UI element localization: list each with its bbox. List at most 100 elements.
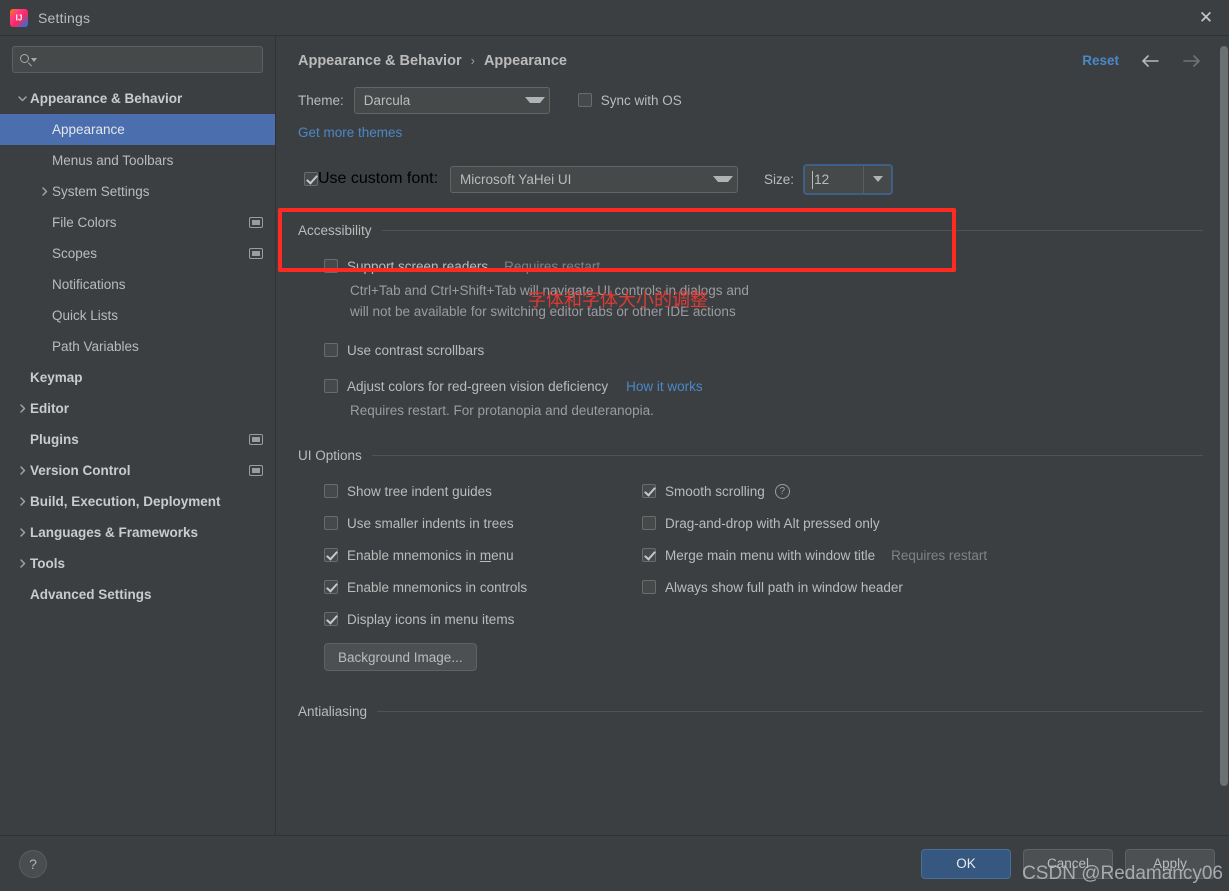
cancel-button[interactable]: Cancel	[1023, 849, 1113, 879]
breadcrumb-parent[interactable]: Appearance & Behavior	[298, 53, 462, 69]
smooth-scrolling-label: Smooth scrolling	[665, 484, 765, 499]
ui-options-columns: Show tree indent guides Use smaller inden…	[298, 475, 1203, 635]
sidebar-item-label: Keymap	[30, 370, 83, 385]
custom-font-row: Use custom font: Microsoft YaHei UI Size…	[298, 162, 1203, 196]
accessibility-options: Support screen readers Requires restart …	[298, 250, 1203, 421]
sidebar-item-appearance[interactable]: Appearance	[0, 114, 275, 145]
sync-with-os-row[interactable]: Sync with OS	[578, 93, 682, 108]
contrast-scrollbars-checkbox[interactable]	[324, 343, 338, 357]
show-tree-indent-guides-checkbox[interactable]	[324, 484, 338, 498]
close-icon[interactable]: ✕	[1183, 0, 1229, 35]
help-icon[interactable]: ?	[775, 484, 790, 499]
arrow-right-icon[interactable]	[1181, 50, 1203, 72]
accessibility-section-header: Accessibility	[298, 220, 1203, 240]
always-show-full-path-in-window-header-row[interactable]: Always show full path in window header	[642, 571, 1203, 603]
settings-sidebar: Appearance & BehaviorAppearanceMenus and…	[0, 36, 276, 835]
enable-mnemonics-in-controls-label: Enable mnemonics in controls	[347, 580, 527, 595]
sidebar-item-label: Build, Execution, Deployment	[30, 494, 221, 509]
sidebar-item-notifications[interactable]: Notifications	[0, 269, 275, 300]
font-size-input[interactable]: 12	[803, 164, 893, 195]
theme-label: Theme:	[298, 93, 344, 108]
sidebar-item-label: Notifications	[52, 277, 126, 292]
search-box[interactable]	[12, 46, 263, 73]
drag-and-drop-with-alt-pressed-only-label: Drag-and-drop with Alt pressed only	[665, 516, 880, 531]
chevron-right-icon[interactable]	[36, 186, 52, 197]
project-scope-icon	[249, 434, 263, 445]
support-screen-readers-label: Support screen readers	[347, 259, 488, 274]
vertical-scrollbar[interactable]	[1218, 36, 1229, 835]
merge-main-menu-with-window-title-row[interactable]: Merge main menu with window titleRequire…	[642, 539, 1203, 571]
chevron-right-icon[interactable]	[14, 527, 30, 538]
project-scope-icon	[249, 465, 263, 476]
enable-mnemonics-in-menu-checkbox[interactable]	[324, 548, 338, 562]
background-image-button[interactable]: Background Image...	[324, 643, 477, 671]
use-smaller-indents-in-trees-checkbox[interactable]	[324, 516, 338, 530]
always-show-full-path-in-window-header-checkbox[interactable]	[642, 580, 656, 594]
chevron-right-icon[interactable]	[14, 558, 30, 569]
sidebar-item-editor[interactable]: Editor	[0, 393, 275, 424]
adjust-colors-row[interactable]: Adjust colors for red-green vision defic…	[324, 370, 1203, 402]
font-family-select[interactable]: Microsoft YaHei UI	[450, 166, 738, 193]
display-icons-in-menu-items-row[interactable]: Display icons in menu items	[324, 603, 642, 635]
get-more-themes-link[interactable]: Get more themes	[298, 125, 402, 140]
sidebar-item-scopes[interactable]: Scopes	[0, 238, 275, 269]
smooth-scrolling-row[interactable]: Smooth scrolling?	[642, 475, 1203, 507]
use-smaller-indents-in-trees-row[interactable]: Use smaller indents in trees	[324, 507, 642, 539]
chevron-down-icon[interactable]	[14, 93, 30, 104]
ok-button[interactable]: OK	[921, 849, 1011, 879]
screen-readers-description-line1: Ctrl+Tab and Ctrl+Shift+Tab will navigat…	[324, 280, 1203, 301]
support-screen-readers-row[interactable]: Support screen readers Requires restart	[324, 250, 1203, 282]
apply-button[interactable]: Apply	[1125, 849, 1215, 879]
scrollbar-thumb[interactable]	[1220, 46, 1228, 786]
sidebar-item-build-execution-deployment[interactable]: Build, Execution, Deployment	[0, 486, 275, 517]
sidebar-item-label: Scopes	[52, 246, 97, 261]
sidebar-item-tools[interactable]: Tools	[0, 548, 275, 579]
project-scope-icon	[249, 217, 263, 228]
sidebar-item-version-control[interactable]: Version Control	[0, 455, 275, 486]
arrow-left-icon[interactable]	[1139, 50, 1161, 72]
sidebar-item-languages-frameworks[interactable]: Languages & Frameworks	[0, 517, 275, 548]
help-button[interactable]: ?	[19, 850, 47, 878]
sidebar-item-label: System Settings	[52, 184, 150, 199]
chevron-right-icon[interactable]	[14, 496, 30, 507]
adjust-colors-checkbox[interactable]	[324, 379, 338, 393]
sidebar-item-plugins[interactable]: Plugins	[0, 424, 275, 455]
search-input[interactable]	[39, 51, 256, 68]
sidebar-item-path-variables[interactable]: Path Variables	[0, 331, 275, 362]
enable-mnemonics-in-controls-checkbox[interactable]	[324, 580, 338, 594]
sync-with-os-checkbox[interactable]	[578, 93, 592, 107]
drag-and-drop-with-alt-pressed-only-row[interactable]: Drag-and-drop with Alt pressed only	[642, 507, 1203, 539]
sidebar-item-system-settings[interactable]: System Settings	[0, 176, 275, 207]
window-title: Settings	[38, 10, 90, 26]
font-size-label: Size:	[764, 172, 794, 187]
use-custom-font-checkbox[interactable]	[304, 172, 318, 186]
sidebar-item-advanced-settings[interactable]: Advanced Settings	[0, 579, 275, 610]
drag-and-drop-with-alt-pressed-only-checkbox[interactable]	[642, 516, 656, 530]
sidebar-item-appearance-behavior[interactable]: Appearance & Behavior	[0, 83, 275, 114]
section-divider	[382, 230, 1203, 231]
use-smaller-indents-in-trees-label: Use smaller indents in trees	[347, 516, 514, 531]
chevron-right-icon[interactable]	[14, 403, 30, 414]
sidebar-item-menus-and-toolbars[interactable]: Menus and Toolbars	[0, 145, 275, 176]
display-icons-in-menu-items-checkbox[interactable]	[324, 612, 338, 626]
sidebar-item-keymap[interactable]: Keymap	[0, 362, 275, 393]
how-it-works-link[interactable]: How it works	[626, 379, 703, 394]
footer-buttons: OK Cancel Apply	[921, 849, 1215, 879]
contrast-scrollbars-row[interactable]: Use contrast scrollbars	[324, 334, 1203, 366]
font-size-dropdown-button[interactable]	[863, 166, 891, 193]
sidebar-item-file-colors[interactable]: File Colors	[0, 207, 275, 238]
support-screen-readers-checkbox[interactable]	[324, 259, 338, 273]
show-tree-indent-guides-row[interactable]: Show tree indent guides	[324, 475, 642, 507]
smooth-scrolling-checkbox[interactable]	[642, 484, 656, 498]
font-size-value: 12	[805, 172, 829, 187]
project-scope-icon	[249, 248, 263, 259]
text-caret	[812, 171, 813, 189]
theme-select[interactable]: Darcula	[354, 87, 550, 114]
enable-mnemonics-in-controls-row[interactable]: Enable mnemonics in controls	[324, 571, 642, 603]
chevron-right-icon[interactable]	[14, 465, 30, 476]
enable-mnemonics-in-menu-row[interactable]: Enable mnemonics in menu	[324, 539, 642, 571]
reset-link[interactable]: Reset	[1082, 53, 1119, 68]
merge-main-menu-with-window-title-checkbox[interactable]	[642, 548, 656, 562]
sidebar-item-quick-lists[interactable]: Quick Lists	[0, 300, 275, 331]
ui-options-title: UI Options	[298, 448, 362, 463]
